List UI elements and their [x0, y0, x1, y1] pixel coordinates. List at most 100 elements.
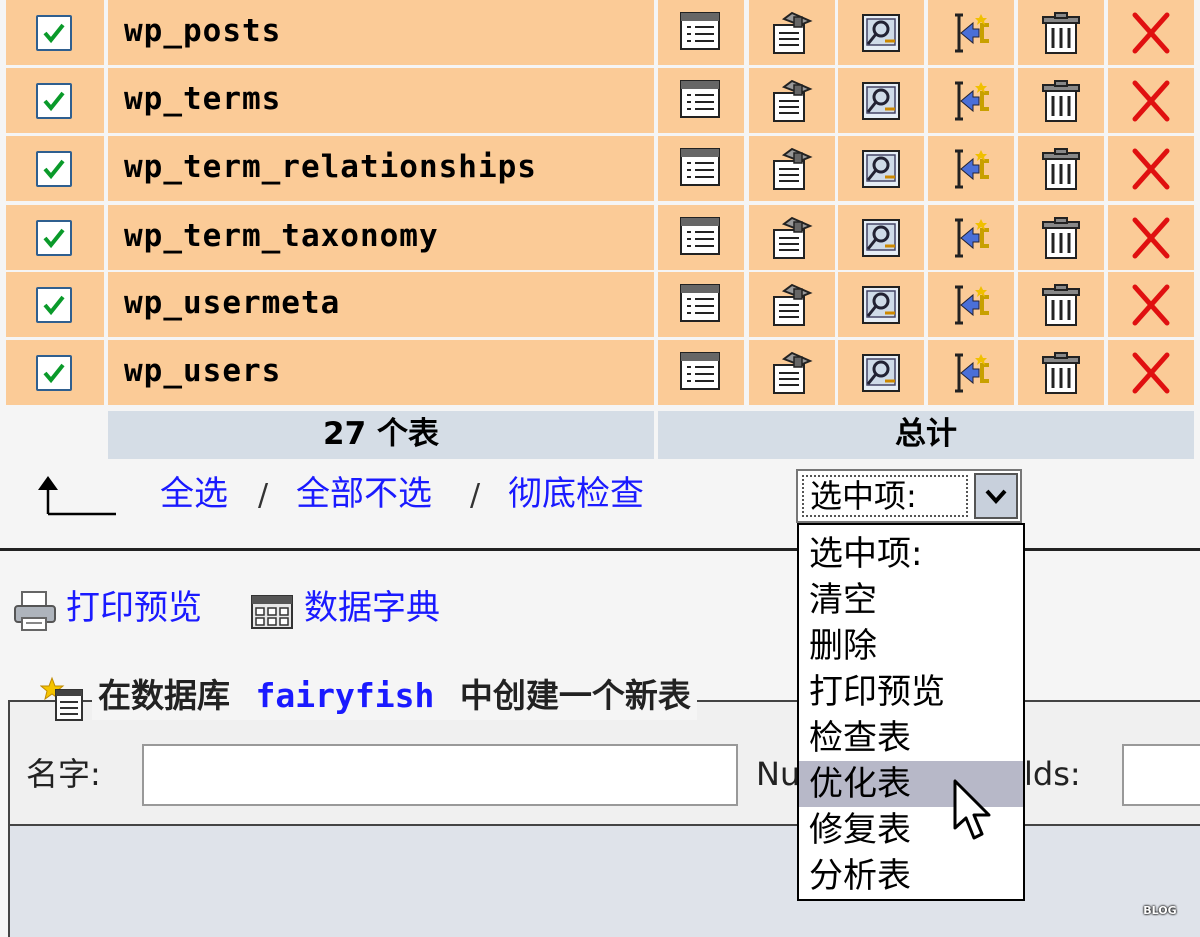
dropdown-option[interactable]: 删除	[799, 623, 1023, 669]
table-checkbox[interactable]	[36, 286, 72, 323]
empty-icon[interactable]	[1039, 147, 1083, 195]
empty-icon[interactable]	[1039, 79, 1083, 127]
chevron-down-icon[interactable]	[974, 473, 1018, 519]
with-selected-select[interactable]: 选中项:	[796, 469, 1022, 523]
drop-icon[interactable]	[1129, 11, 1173, 59]
table-checkbox[interactable]	[36, 82, 72, 119]
table-checkbox[interactable]	[36, 219, 72, 256]
empty-icon[interactable]	[1039, 11, 1083, 59]
search-icon[interactable]	[859, 147, 903, 195]
search-icon[interactable]	[859, 283, 903, 331]
insert-icon[interactable]	[949, 283, 993, 331]
browse-icon[interactable]	[679, 147, 721, 191]
drop-icon[interactable]	[1129, 351, 1173, 399]
number-of-fields-input[interactable]	[1122, 744, 1200, 806]
table-name[interactable]: wp_users	[124, 351, 281, 391]
action-cell	[749, 0, 835, 65]
table-name-cell: wp_terms	[108, 68, 654, 133]
printer-icon	[14, 591, 56, 631]
drop-icon[interactable]	[1129, 216, 1173, 264]
structure-icon[interactable]	[770, 216, 814, 264]
checkmark-icon	[43, 228, 65, 248]
cursor-icon	[953, 779, 991, 840]
dropdown-option[interactable]: 选中项:	[799, 531, 1023, 577]
table-name[interactable]: wp_posts	[124, 11, 281, 51]
checkbox-cell	[6, 205, 104, 270]
empty-icon[interactable]	[1039, 216, 1083, 264]
action-cell	[838, 0, 924, 65]
action-cell	[1108, 205, 1194, 270]
empty-icon[interactable]	[1039, 283, 1083, 331]
table-name[interactable]: wp_usermeta	[124, 283, 340, 323]
structure-icon[interactable]	[770, 147, 814, 195]
data-dictionary-link[interactable]: 数据字典	[304, 588, 440, 628]
insert-icon[interactable]	[949, 216, 993, 264]
action-cell	[1108, 272, 1194, 337]
data-dictionary-icon	[251, 595, 293, 629]
search-icon[interactable]	[859, 11, 903, 59]
action-cell	[928, 340, 1014, 405]
total-label: 总计	[895, 416, 957, 452]
search-icon[interactable]	[859, 351, 903, 399]
action-cell	[1108, 136, 1194, 201]
action-cell	[658, 272, 744, 337]
insert-icon[interactable]	[949, 147, 993, 195]
action-cell	[838, 205, 924, 270]
drop-icon[interactable]	[1129, 79, 1173, 127]
action-cell	[658, 68, 744, 133]
browse-icon[interactable]	[679, 11, 721, 55]
action-cell	[1108, 0, 1194, 65]
action-cell	[749, 272, 835, 337]
table-name-input[interactable]	[142, 744, 738, 806]
new-table-icon	[40, 676, 83, 721]
structure-icon[interactable]	[770, 283, 814, 331]
action-cell	[749, 340, 835, 405]
action-cell	[928, 272, 1014, 337]
table-name[interactable]: wp_terms	[124, 79, 281, 119]
insert-icon[interactable]	[949, 351, 993, 399]
insert-icon[interactable]	[949, 11, 993, 59]
select-none-link[interactable]: 全部不选	[296, 474, 432, 514]
action-cell	[658, 136, 744, 201]
fields-label-left: Nu	[756, 755, 801, 793]
search-icon[interactable]	[859, 216, 903, 264]
search-icon[interactable]	[859, 79, 903, 127]
action-cell	[838, 272, 924, 337]
drop-icon[interactable]	[1129, 283, 1173, 331]
checkmark-icon	[43, 159, 65, 179]
with-selected-dropdown: 选中项: 清空 删除 打印预览 检查表 优化表 修复表 分析表	[797, 523, 1025, 901]
action-cell	[749, 136, 835, 201]
table-checkbox[interactable]	[36, 14, 72, 51]
table-name-cell: wp_users	[108, 340, 654, 405]
structure-icon[interactable]	[770, 351, 814, 399]
table-row: wp_terms	[0, 68, 1200, 133]
dropdown-option[interactable]: 分析表	[799, 853, 1023, 899]
dropdown-option[interactable]: 检查表	[799, 715, 1023, 761]
structure-icon[interactable]	[770, 11, 814, 59]
structure-icon[interactable]	[770, 79, 814, 127]
drop-icon[interactable]	[1129, 147, 1173, 195]
browse-icon[interactable]	[679, 216, 721, 260]
browse-icon[interactable]	[679, 351, 721, 395]
browse-icon[interactable]	[679, 283, 721, 327]
table-row: wp_term_relationships	[0, 136, 1200, 201]
table-row: wp_users	[0, 340, 1200, 405]
table-row: wp_term_taxonomy	[0, 205, 1200, 270]
table-checkbox[interactable]	[36, 354, 72, 391]
checkbox-cell	[6, 272, 104, 337]
browse-icon[interactable]	[679, 79, 721, 123]
action-cell	[928, 0, 1014, 65]
action-cell	[928, 68, 1014, 133]
name-label: 名字:	[26, 755, 101, 793]
check-overhead-link[interactable]: 彻底检查	[508, 474, 644, 514]
print-view-link[interactable]: 打印预览	[66, 588, 202, 628]
table-checkbox[interactable]	[36, 150, 72, 187]
legend-prefix: 在数据库	[98, 676, 230, 715]
dropdown-option[interactable]: 打印预览	[799, 669, 1023, 715]
table-name[interactable]: wp_term_relationships	[124, 147, 537, 187]
insert-icon[interactable]	[949, 79, 993, 127]
table-name[interactable]: wp_term_taxonomy	[124, 216, 439, 256]
select-all-link[interactable]: 全选	[160, 474, 228, 514]
dropdown-option[interactable]: 清空	[799, 577, 1023, 623]
empty-icon[interactable]	[1039, 351, 1083, 399]
